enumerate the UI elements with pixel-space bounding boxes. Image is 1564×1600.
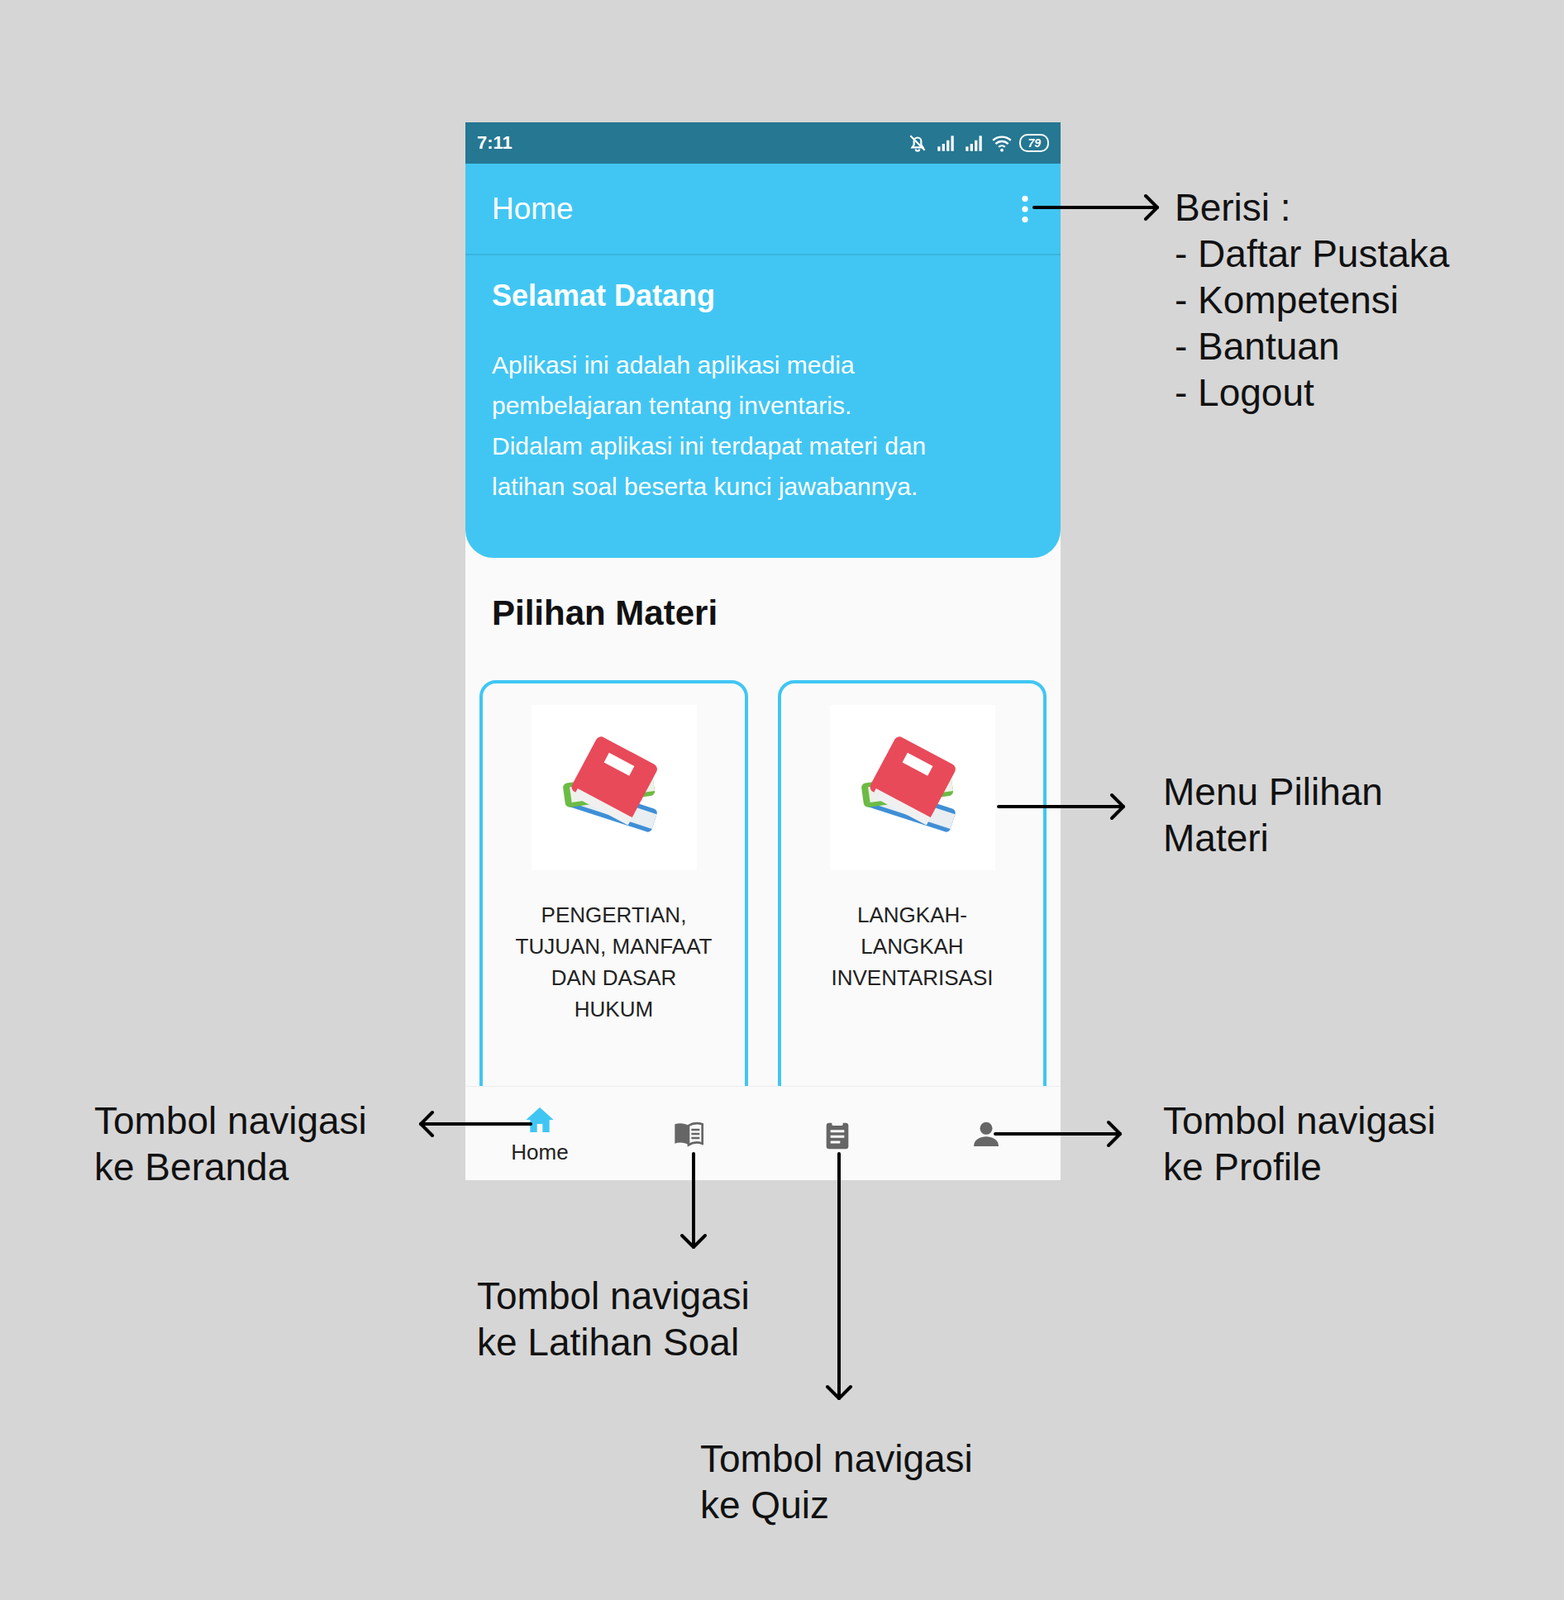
signal-icon	[963, 132, 985, 154]
nav-label: Home	[510, 1139, 568, 1165]
annotation-label: Menu PilihanMateri	[1163, 768, 1383, 862]
signal-icon	[934, 132, 957, 154]
annotation-label: Berisi :- Daftar Pustaka- Kompetensi- Ba…	[1174, 184, 1450, 416]
arrow-icon	[827, 1153, 851, 1399]
nav-item[interactable]	[614, 1087, 763, 1181]
annotation-label: Tombol navigasike Latihan Soal	[476, 1273, 750, 1366]
canvas: 7:11 79 Home Selamat Datang Aplikasi ini ada…	[0, 0, 1564, 1600]
wifi-icon	[991, 132, 1013, 154]
books-icon	[846, 721, 979, 854]
books-icon	[548, 721, 681, 854]
nav-item[interactable]	[911, 1087, 1061, 1181]
materi-title: LANGKAH-LANGKAHINVENTARISASI	[830, 899, 993, 994]
person-icon	[969, 1117, 1003, 1151]
arrow-icon	[1034, 195, 1158, 220]
annotation-label: Tombol navigasike Quiz	[700, 1435, 973, 1529]
annotation-label: Tombol navigasike Beranda	[94, 1097, 368, 1191]
more-menu-icon[interactable]	[1020, 194, 1030, 225]
muted-bell-icon	[906, 132, 929, 154]
arrow-icon	[681, 1153, 706, 1248]
materi-card[interactable]: LANGKAH-LANGKAHINVENTARISASI	[777, 680, 1047, 1087]
materi-grid: PENGERTIAN,TUJUAN, MANFAATDAN DASARHUKUM…	[479, 680, 1047, 1087]
home-icon	[523, 1103, 557, 1137]
phone-screen: 7:11 79 Home Selamat Datang Aplikasi ini ada…	[465, 122, 1061, 1181]
welcome-card: Selamat Datang Aplikasi ini adalah aplika…	[465, 255, 1061, 558]
section-title: Pilihan Materi	[491, 592, 1047, 635]
status-bar: 7:11 79	[465, 122, 1061, 164]
app-bar-title: Home	[491, 191, 574, 227]
nav-item[interactable]	[762, 1087, 912, 1181]
bottom-nav: Home	[465, 1086, 1061, 1181]
nav-item[interactable]: Home	[465, 1087, 615, 1181]
battery-indicator: 79	[1019, 133, 1050, 153]
welcome-text: Aplikasi ini adalah aplikasi mediapembel…	[491, 344, 1035, 507]
arrow-icon	[995, 1122, 1121, 1146]
materi-title: PENGERTIAN,TUJUAN, MANFAATDAN DASARHUKUM	[515, 899, 713, 1026]
welcome-title: Selamat Datang	[491, 276, 1035, 315]
clipboard-icon	[820, 1117, 854, 1151]
content-area: Pilihan Materi PENGERTIAN,TUJUAN, MANFAAT…	[465, 557, 1061, 1087]
open-book-icon	[672, 1117, 706, 1151]
arrow-icon	[998, 795, 1124, 819]
app-bar: Home	[465, 163, 1061, 256]
annotation-label: Tombol navigasike Profile	[1163, 1097, 1436, 1191]
book-image	[531, 705, 697, 871]
status-time: 7:11	[476, 132, 513, 154]
arrow-icon	[420, 1112, 531, 1136]
annotation-arrows	[0, 0, 1564, 1600]
book-image	[829, 705, 996, 871]
materi-card[interactable]: PENGERTIAN,TUJUAN, MANFAATDAN DASARHUKUM	[479, 680, 749, 1087]
status-icons: 79	[906, 132, 1050, 154]
